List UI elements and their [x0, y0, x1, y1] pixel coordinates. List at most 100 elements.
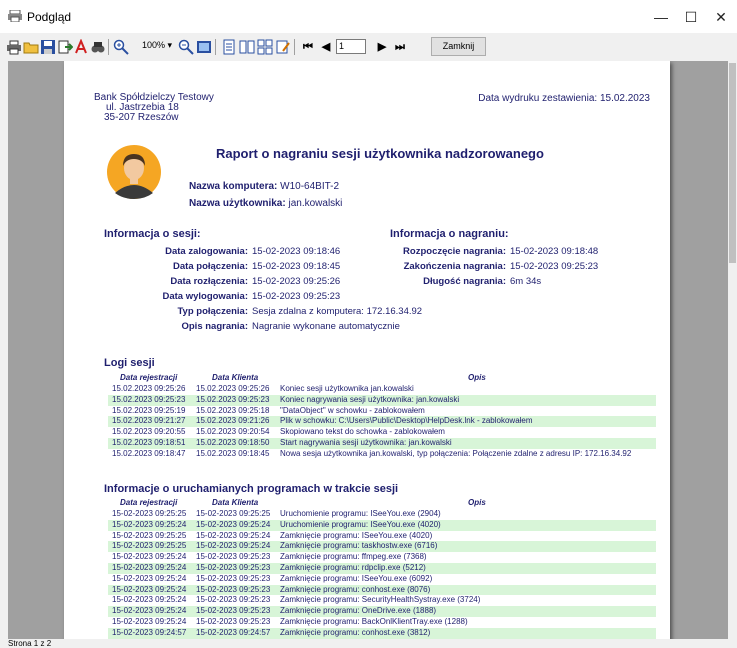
window-title: Podgląd: [27, 10, 72, 24]
username-label: Nazwa użytkownika:: [189, 198, 286, 209]
cell-registration-date: 15-02-2023 09:25:24: [112, 519, 187, 529]
table-row: 15-02-2023 09:25:24 15-02-2023 09:25:23 Za…: [108, 552, 656, 563]
table-row: 15.02.2023 09:25:26 15.02.2023 09:25:26 Ko…: [108, 384, 656, 395]
pdf-icon[interactable]: [73, 39, 89, 55]
kv-label: Długość nagrania:: [423, 276, 506, 287]
col-description: Opis: [468, 498, 486, 507]
col-registration-date: Data rejestracji: [120, 498, 178, 507]
cell-registration-date: 15-02-2023 09:25:24: [112, 595, 187, 605]
cell-client-date: 15-02-2023 09:25:24: [196, 541, 271, 551]
cell-client-date: 15.02.2023 09:25:18: [196, 405, 270, 415]
last-page-icon[interactable]: ⏭: [392, 39, 408, 55]
single-page-icon[interactable]: [221, 39, 237, 55]
kv-label: Opis nagrania:: [181, 321, 248, 332]
cell-registration-date: 15-02-2023 09:25:25: [112, 541, 187, 551]
computer-label: Nazwa komputera:: [189, 181, 278, 192]
fit-page-icon[interactable]: [196, 39, 212, 55]
preview-window: Podgląd — ☐ ✕ 100% ▾ ⏮ ◀ 1 ▶ ⏭ Zamknij B…: [0, 0, 737, 648]
cell-description: Zamknięcie programu: SecurityHealthSystr…: [280, 595, 481, 605]
cell-description: Nowa sesja użytkownika jan.kowalski, typ…: [280, 448, 632, 458]
maximize-button[interactable]: ☐: [676, 6, 706, 28]
cell-client-date: 15-02-2023 09:25:23: [196, 584, 271, 594]
programs-table: Data rejestracji Data Klienta Opis 15-02…: [108, 498, 656, 639]
rec-start-value: 15-02-2023 09:18:48: [510, 246, 599, 257]
session-disconnect-label: Data rozłączenia:: [170, 276, 248, 287]
cell-description: Start nagrywania sesji użytkownika: jan.…: [280, 437, 452, 447]
find-icon[interactable]: [90, 39, 106, 55]
session-disconnect-value: 15-02-2023 09:25:26: [252, 276, 341, 287]
scrollbar-thumb[interactable]: [729, 63, 736, 263]
username-value: jan.kowalski: [288, 198, 343, 209]
first-page-icon[interactable]: ⏮: [300, 39, 316, 55]
session-logout-value: 15-02-2023 09:25:23: [252, 291, 341, 302]
kv-label: Data zalogowania:: [165, 246, 248, 257]
session-login-label: Data zalogowania:: [165, 246, 248, 257]
export-icon[interactable]: [57, 39, 73, 55]
zoom-out-icon[interactable]: [178, 39, 194, 55]
zoom-in-icon[interactable]: [113, 39, 129, 55]
printer-app-icon: [8, 10, 22, 22]
page-number-input[interactable]: 1: [336, 39, 366, 54]
cell-client-date: 15.02.2023 09:25:23: [196, 394, 270, 404]
session-desc-label: Opis nagrania:: [181, 321, 248, 332]
multi-page-icon[interactable]: [257, 39, 273, 55]
session-logout-label: Data wylogowania:: [162, 291, 248, 302]
rec-end-label: Zakończenia nagrania:: [404, 261, 506, 272]
zoom-value: 100%: [142, 40, 166, 50]
cell-description: Koniec nagrywania sesji użytkownika: jan…: [280, 394, 460, 404]
table-row: 15.02.2023 09:20:55 15.02.2023 09:20:54 Sk…: [108, 427, 656, 438]
col-client-date: Data Klienta: [212, 373, 259, 382]
status-bar: Strona 1 z 2: [0, 639, 737, 648]
report-title: Raport o nagraniu sesji użytkownika nadz…: [216, 146, 544, 161]
kv-label: Data rozłączenia:: [170, 276, 248, 287]
session-type-label: Typ połączenia:: [177, 306, 248, 317]
cell-registration-date: 15-02-2023 09:25:24: [112, 606, 187, 616]
cell-registration-date: 15-02-2023 09:25:24: [112, 584, 187, 594]
cell-registration-date: 15.02.2023 09:20:55: [112, 427, 186, 437]
edit-icon[interactable]: [275, 39, 291, 55]
open-folder-icon[interactable]: [23, 39, 39, 55]
programs-body: 15-02-2023 09:25:25 15-02-2023 09:25:25 Ur…: [108, 509, 656, 639]
print-date: Data wydruku zestawienia: 15.02.2023: [478, 93, 650, 104]
rec-length-value: 6m 34s: [510, 276, 542, 287]
computer-value: W10-64BIT-2: [280, 181, 340, 192]
cell-description: Zamknięcie programu: ffmpeg.exe (7368): [280, 552, 427, 562]
cell-client-date: 15-02-2023 09:24:57: [196, 627, 271, 637]
print-icon[interactable]: [6, 39, 22, 55]
cell-client-date: 15-02-2023 09:25:23: [196, 606, 271, 616]
prev-page-icon[interactable]: ◀: [318, 39, 334, 55]
cell-client-date: 15-02-2023 09:25:23: [196, 573, 271, 583]
cell-client-date: 15-02-2023 09:25:24: [196, 530, 271, 540]
kv-label: Data połączenia:: [173, 261, 248, 272]
cell-client-date: 15.02.2023 09:18:50: [196, 437, 270, 447]
rec-end-value: 15-02-2023 09:25:23: [510, 261, 599, 272]
table-row: 15-02-2023 09:25:24 15-02-2023 09:25:23 Za…: [108, 606, 656, 617]
table-row: 15-02-2023 09:25:24 15-02-2023 09:25:23 Za…: [108, 574, 656, 585]
vertical-scrollbar[interactable]: [728, 61, 737, 639]
cell-registration-date: 15-02-2023 09:24:57: [112, 627, 187, 637]
session-type-value: Sesja zdalna z komputera: 172.16.34.92: [252, 306, 423, 317]
save-icon[interactable]: [40, 39, 56, 55]
kv-label: Typ połączenia:: [177, 306, 248, 317]
cell-client-date: 15-02-2023 09:25:23: [196, 616, 271, 626]
table-row: 15.02.2023 09:18:47 15.02.2023 09:18:45 No…: [108, 449, 656, 460]
zoom-select[interactable]: 100% ▾: [142, 40, 174, 54]
logs-body: 15.02.2023 09:25:26 15.02.2023 09:25:26 Ko…: [108, 384, 656, 460]
table-row: 15-02-2023 09:25:24 15-02-2023 09:25:23 Za…: [108, 595, 656, 606]
two-pages-icon[interactable]: [239, 39, 255, 55]
cell-description: Plik w schowku: C:\Users\Public\Desktop\…: [280, 416, 533, 426]
close-preview-button[interactable]: Zamknij: [431, 37, 486, 56]
cell-client-date: 15-02-2023 09:25:23: [196, 595, 271, 605]
cell-registration-date: 15-02-2023 09:25:24: [112, 552, 187, 562]
cell-client-date: 15-02-2023 09:25:23: [196, 562, 271, 572]
preview-viewport[interactable]: Bank Spółdzielczy Testowy ul. Jastrzebia…: [8, 61, 735, 639]
cell-registration-date: 15.02.2023 09:18:47: [112, 448, 186, 458]
next-page-icon[interactable]: ▶: [374, 39, 390, 55]
kv-label: Data wylogowania:: [162, 291, 248, 302]
title-bar: Podgląd — ☐ ✕: [0, 0, 737, 33]
close-window-button[interactable]: ✕: [706, 6, 736, 28]
minimize-button[interactable]: —: [646, 6, 676, 28]
col-client-date: Data Klienta: [212, 498, 259, 507]
cell-registration-date: 15.02.2023 09:25:23: [112, 394, 186, 404]
session-connect-value: 15-02-2023 09:18:45: [252, 261, 341, 272]
